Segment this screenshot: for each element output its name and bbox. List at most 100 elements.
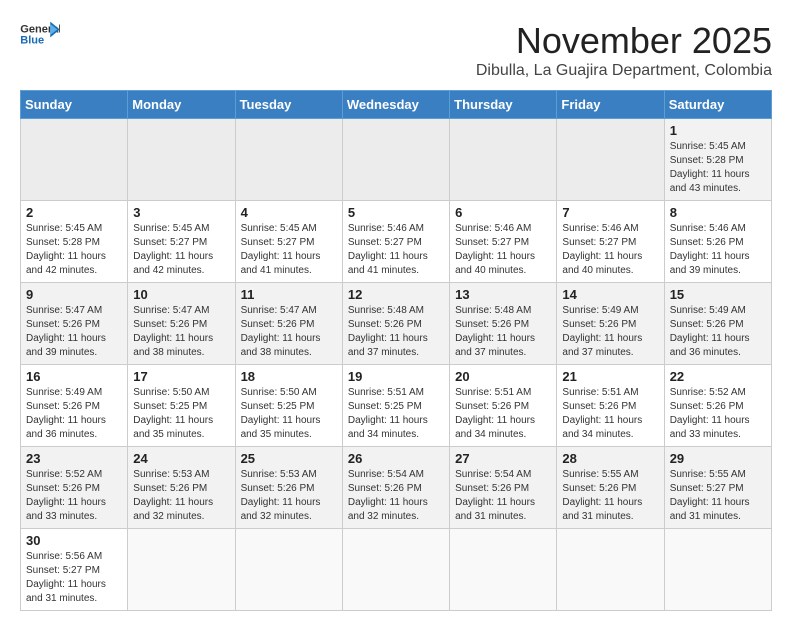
calendar-cell bbox=[235, 119, 342, 201]
weekday-header-row: SundayMondayTuesdayWednesdayThursdayFrid… bbox=[21, 91, 772, 119]
calendar-cell: 25Sunrise: 5:53 AM Sunset: 5:26 PM Dayli… bbox=[235, 447, 342, 529]
weekday-tuesday: Tuesday bbox=[235, 91, 342, 119]
calendar-cell: 11 Sunrise: 5:47 AM Sunset: 5:26 PM Dayli… bbox=[235, 283, 342, 365]
calendar-cell: 24Sunrise: 5:53 AM Sunset: 5:26 PM Dayli… bbox=[128, 447, 235, 529]
day-info: Sunrise: 5:45 AM Sunset: 5:28 PM Dayligh… bbox=[26, 222, 122, 278]
day-info: Sunrise: 5:47 AM Sunset: 5:26 PM Dayligh… bbox=[241, 304, 337, 360]
day-number: 20 bbox=[455, 369, 551, 384]
day-info: Sunrise: 5:46 AM Sunset: 5:27 PM Dayligh… bbox=[562, 222, 658, 278]
day-info: Sunrise: 5:46 AM Sunset: 5:27 PM Dayligh… bbox=[348, 222, 444, 278]
day-info: Sunrise: 5:49 AM Sunset: 5:26 PM Dayligh… bbox=[26, 386, 122, 442]
day-info: Sunrise: 5:49 AM Sunset: 5:26 PM Dayligh… bbox=[670, 304, 766, 360]
calendar-cell: 23 Sunrise: 5:52 AM Sunset: 5:26 PM Dayli… bbox=[21, 447, 128, 529]
calendar-cell bbox=[128, 529, 235, 611]
location-subtitle: Dibulla, La Guajira Department, Colombia bbox=[476, 62, 772, 80]
day-info: Sunrise: 5:50 AM Sunset: 5:25 PM Dayligh… bbox=[241, 386, 337, 442]
calendar-cell bbox=[664, 529, 771, 611]
calendar-cell: 15 Sunrise: 5:49 AM Sunset: 5:26 PM Dayli… bbox=[664, 283, 771, 365]
day-info: Sunrise: 5:55 AM Sunset: 5:26 PM Dayligh… bbox=[562, 468, 658, 524]
calendar-cell: 2 Sunrise: 5:45 AM Sunset: 5:28 PM Daylig… bbox=[21, 201, 128, 283]
calendar-cell bbox=[557, 529, 664, 611]
calendar-cell: 27 Sunrise: 5:54 AM Sunset: 5:26 PM Dayli… bbox=[450, 447, 557, 529]
calendar-cell: 13 Sunrise: 5:48 AM Sunset: 5:26 PM Dayli… bbox=[450, 283, 557, 365]
title-area: November 2025 Dibulla, La Guajira Depart… bbox=[476, 20, 772, 80]
day-info: Sunrise: 5:55 AM Sunset: 5:27 PM Dayligh… bbox=[670, 468, 766, 524]
weekday-sunday: Sunday bbox=[21, 91, 128, 119]
day-number: 11 bbox=[241, 287, 337, 302]
calendar-cell: 19 Sunrise: 5:51 AM Sunset: 5:25 PM Dayli… bbox=[342, 365, 449, 447]
day-info: Sunrise: 5:53 AM Sunset: 5:26 PM Dayligh… bbox=[241, 468, 337, 524]
day-number: 22 bbox=[670, 369, 766, 384]
day-number: 18 bbox=[241, 369, 337, 384]
calendar-cell: 18 Sunrise: 5:50 AM Sunset: 5:25 PM Dayli… bbox=[235, 365, 342, 447]
day-info: Sunrise: 5:48 AM Sunset: 5:26 PM Dayligh… bbox=[348, 304, 444, 360]
calendar-cell bbox=[450, 119, 557, 201]
day-number: 29 bbox=[670, 451, 766, 466]
calendar-cell: 10Sunrise: 5:47 AM Sunset: 5:26 PM Dayli… bbox=[128, 283, 235, 365]
calendar-week-2: 9 Sunrise: 5:47 AM Sunset: 5:26 PM Daylig… bbox=[21, 283, 772, 365]
weekday-thursday: Thursday bbox=[450, 91, 557, 119]
day-info: Sunrise: 5:49 AM Sunset: 5:26 PM Dayligh… bbox=[562, 304, 658, 360]
day-number: 16 bbox=[26, 369, 122, 384]
day-number: 3 bbox=[133, 205, 229, 220]
day-number: 21 bbox=[562, 369, 658, 384]
calendar-cell bbox=[235, 529, 342, 611]
day-number: 2 bbox=[26, 205, 122, 220]
day-info: Sunrise: 5:51 AM Sunset: 5:25 PM Dayligh… bbox=[348, 386, 444, 442]
month-title: November 2025 bbox=[476, 20, 772, 62]
day-info: Sunrise: 5:54 AM Sunset: 5:26 PM Dayligh… bbox=[455, 468, 551, 524]
calendar-cell: 26Sunrise: 5:54 AM Sunset: 5:26 PM Dayli… bbox=[342, 447, 449, 529]
calendar-cell: 6 Sunrise: 5:46 AM Sunset: 5:27 PM Daylig… bbox=[450, 201, 557, 283]
weekday-monday: Monday bbox=[128, 91, 235, 119]
day-number: 19 bbox=[348, 369, 444, 384]
calendar-cell: 21 Sunrise: 5:51 AM Sunset: 5:26 PM Dayli… bbox=[557, 365, 664, 447]
calendar-cell bbox=[450, 529, 557, 611]
day-info: Sunrise: 5:48 AM Sunset: 5:26 PM Dayligh… bbox=[455, 304, 551, 360]
calendar-cell: 16 Sunrise: 5:49 AM Sunset: 5:26 PM Dayli… bbox=[21, 365, 128, 447]
calendar-cell bbox=[21, 119, 128, 201]
day-info: Sunrise: 5:46 AM Sunset: 5:27 PM Dayligh… bbox=[455, 222, 551, 278]
day-number: 24 bbox=[133, 451, 229, 466]
calendar-week-3: 16 Sunrise: 5:49 AM Sunset: 5:26 PM Dayli… bbox=[21, 365, 772, 447]
day-number: 1 bbox=[670, 123, 766, 138]
day-info: Sunrise: 5:52 AM Sunset: 5:26 PM Dayligh… bbox=[670, 386, 766, 442]
day-number: 8 bbox=[670, 205, 766, 220]
day-number: 23 bbox=[26, 451, 122, 466]
day-number: 4 bbox=[241, 205, 337, 220]
day-info: Sunrise: 5:47 AM Sunset: 5:26 PM Dayligh… bbox=[26, 304, 122, 360]
day-info: Sunrise: 5:52 AM Sunset: 5:26 PM Dayligh… bbox=[26, 468, 122, 524]
day-number: 12 bbox=[348, 287, 444, 302]
calendar-cell: 4 Sunrise: 5:45 AM Sunset: 5:27 PM Daylig… bbox=[235, 201, 342, 283]
day-info: Sunrise: 5:45 AM Sunset: 5:27 PM Dayligh… bbox=[241, 222, 337, 278]
calendar-week-4: 23 Sunrise: 5:52 AM Sunset: 5:26 PM Dayli… bbox=[21, 447, 772, 529]
day-number: 6 bbox=[455, 205, 551, 220]
day-number: 9 bbox=[26, 287, 122, 302]
day-number: 26 bbox=[348, 451, 444, 466]
weekday-friday: Friday bbox=[557, 91, 664, 119]
calendar-cell: 30 Sunrise: 5:56 AM Sunset: 5:27 PM Dayli… bbox=[21, 529, 128, 611]
calendar-cell: 28Sunrise: 5:55 AM Sunset: 5:26 PM Dayli… bbox=[557, 447, 664, 529]
day-number: 13 bbox=[455, 287, 551, 302]
day-info: Sunrise: 5:45 AM Sunset: 5:28 PM Dayligh… bbox=[670, 140, 766, 196]
day-number: 27 bbox=[455, 451, 551, 466]
day-info: Sunrise: 5:51 AM Sunset: 5:26 PM Dayligh… bbox=[562, 386, 658, 442]
logo-icon: General Blue bbox=[20, 20, 60, 50]
calendar-cell: 22 Sunrise: 5:52 AM Sunset: 5:26 PM Dayli… bbox=[664, 365, 771, 447]
calendar-cell: 7Sunrise: 5:46 AM Sunset: 5:27 PM Daylig… bbox=[557, 201, 664, 283]
calendar-cell: 12 Sunrise: 5:48 AM Sunset: 5:26 PM Dayli… bbox=[342, 283, 449, 365]
day-number: 15 bbox=[670, 287, 766, 302]
calendar-cell bbox=[342, 529, 449, 611]
day-number: 14 bbox=[562, 287, 658, 302]
day-info: Sunrise: 5:45 AM Sunset: 5:27 PM Dayligh… bbox=[133, 222, 229, 278]
day-info: Sunrise: 5:46 AM Sunset: 5:26 PM Dayligh… bbox=[670, 222, 766, 278]
calendar-cell: 14 Sunrise: 5:49 AM Sunset: 5:26 PM Dayli… bbox=[557, 283, 664, 365]
calendar-cell: 3 Sunrise: 5:45 AM Sunset: 5:27 PM Daylig… bbox=[128, 201, 235, 283]
logo: General Blue bbox=[20, 20, 60, 50]
day-info: Sunrise: 5:56 AM Sunset: 5:27 PM Dayligh… bbox=[26, 550, 122, 606]
day-number: 5 bbox=[348, 205, 444, 220]
svg-text:Blue: Blue bbox=[20, 35, 44, 47]
calendar-cell: 29 Sunrise: 5:55 AM Sunset: 5:27 PM Dayli… bbox=[664, 447, 771, 529]
day-number: 30 bbox=[26, 533, 122, 548]
calendar-week-5: 30 Sunrise: 5:56 AM Sunset: 5:27 PM Dayli… bbox=[21, 529, 772, 611]
day-info: Sunrise: 5:51 AM Sunset: 5:26 PM Dayligh… bbox=[455, 386, 551, 442]
